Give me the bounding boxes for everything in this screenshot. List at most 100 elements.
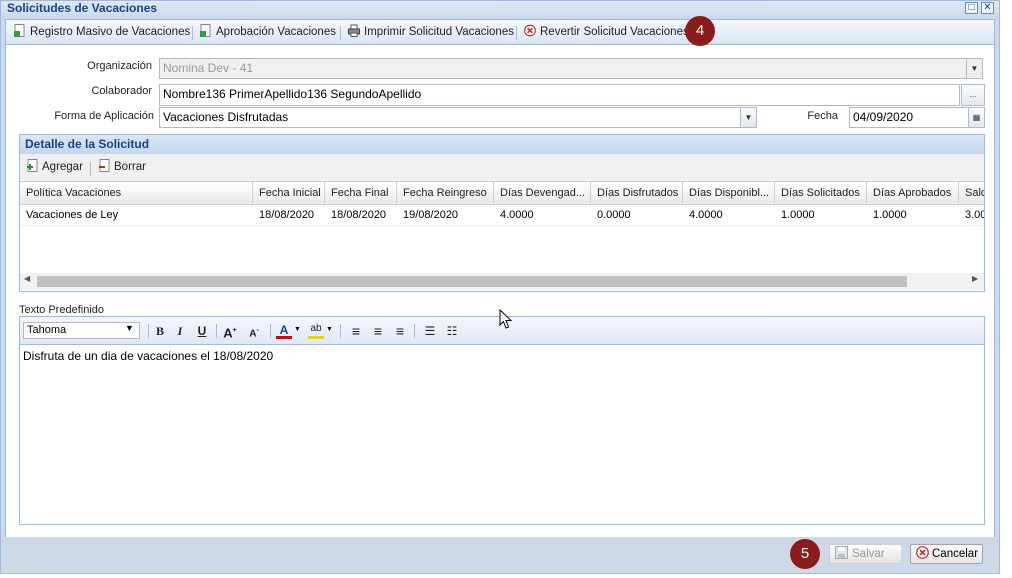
table-cell: 18/08/2020 bbox=[259, 209, 315, 221]
bulk-vacation-label: Registro Masivo de Vacaciones bbox=[30, 26, 191, 38]
toolbar-separator bbox=[270, 324, 271, 338]
save-icon bbox=[835, 546, 848, 559]
horizontal-scrollbar[interactable]: ◀ ▶ bbox=[20, 273, 984, 290]
delete-icon bbox=[99, 159, 110, 172]
decrease-font-icon[interactable]: A- bbox=[246, 323, 262, 339]
font-family-select[interactable]: Tahoma bbox=[23, 322, 140, 339]
close-icon[interactable]: ✕ bbox=[981, 2, 994, 14]
delete-button[interactable]: Borrar bbox=[98, 159, 146, 176]
application-form-combo[interactable]: Vacaciones Disfrutadas bbox=[159, 107, 741, 128]
editor-content[interactable]: Disfruta de un dia de vacaciones el 18/0… bbox=[23, 349, 273, 363]
print-request-label: Imprimir Solicitud Vacaciones bbox=[364, 26, 514, 38]
table-cell: 18/08/2020 bbox=[331, 209, 387, 221]
revert-request-label: Revertir Solicitud Vacaciones bbox=[540, 26, 689, 38]
column-header[interactable]: Días Disponibl... bbox=[683, 182, 775, 204]
toolbar-separator bbox=[340, 324, 341, 338]
cancel-circle-icon bbox=[524, 24, 536, 37]
application-form-label: Forma de Aplicación bbox=[54, 110, 154, 122]
align-right-icon[interactable]: ≡ bbox=[392, 323, 408, 339]
column-header[interactable]: Días Aprobados bbox=[867, 182, 959, 204]
bulk-vacation-button[interactable]: Registro Masivo de Vacaciones bbox=[14, 24, 190, 41]
table-row[interactable]: Vacaciones de Ley 18/08/2020 18/08/2020 … bbox=[20, 205, 984, 226]
window-footer: Salvar Cancelar bbox=[1, 537, 999, 573]
column-header[interactable]: Días Devengad... bbox=[494, 182, 591, 204]
organization-combo: Nomina Dev - 41 bbox=[159, 58, 967, 79]
predefined-text-label: Texto Predefinido bbox=[19, 304, 104, 316]
chevron-down-icon[interactable]: ▼ bbox=[326, 326, 333, 333]
restore-icon[interactable]: □ bbox=[965, 2, 978, 14]
request-detail-panel: Detalle de la Solicitud Agregar Borrar P… bbox=[19, 134, 985, 292]
delete-label: Borrar bbox=[114, 161, 146, 173]
chevron-down-icon[interactable]: ▼ bbox=[294, 326, 301, 333]
chevron-down-icon[interactable]: ▼ bbox=[740, 107, 757, 128]
approve-vacation-label: Aprobación Vacaciones bbox=[216, 26, 336, 38]
toolbar-separator bbox=[516, 26, 517, 40]
increase-font-icon[interactable]: A+ bbox=[222, 323, 238, 340]
toolbar-separator bbox=[340, 26, 341, 40]
chevron-down-icon[interactable]: ▼ bbox=[125, 323, 134, 333]
column-header[interactable]: Fecha Reingreso bbox=[397, 182, 494, 204]
printer-icon bbox=[348, 24, 360, 37]
date-field[interactable]: 04/09/2020 bbox=[849, 107, 969, 128]
toolbar-separator bbox=[414, 324, 415, 338]
column-header[interactable]: Días Disfrutados bbox=[591, 182, 683, 204]
window-title: Solicitudes de Vacaciones bbox=[7, 1, 158, 15]
cancel-circle-icon bbox=[916, 546, 929, 559]
form-body: Organización Nomina Dev - 41 ▼ Colaborad… bbox=[5, 45, 995, 537]
toolbar-separator bbox=[192, 26, 193, 40]
scroll-right-icon[interactable]: ▶ bbox=[972, 274, 978, 283]
table-cell: 1.0000 bbox=[781, 209, 815, 221]
collaborator-browse-button[interactable]: ... bbox=[961, 84, 985, 106]
organization-dropdown-icon: ▼ bbox=[966, 58, 983, 79]
column-header[interactable]: Fecha Final bbox=[325, 182, 397, 204]
collaborator-field[interactable]: Nombre136 PrimerApellido136 SegundoApell… bbox=[159, 84, 960, 106]
table-cell: 1.0000 bbox=[873, 209, 907, 221]
table-cell: 3.00 bbox=[965, 209, 984, 221]
print-request-button[interactable]: Imprimir Solicitud Vacaciones bbox=[348, 24, 514, 41]
italic-icon[interactable]: I bbox=[172, 323, 188, 339]
mouse-cursor-icon bbox=[499, 309, 513, 329]
column-header[interactable]: Fecha Inicial bbox=[253, 182, 325, 204]
scrollbar-thumb[interactable] bbox=[37, 276, 907, 287]
save-button[interactable]: Salvar bbox=[829, 544, 902, 564]
callout-badge-4: 4 bbox=[685, 16, 715, 46]
main-toolbar: Registro Masivo de Vacaciones Aprobación… bbox=[5, 19, 995, 45]
column-header[interactable]: Política Vacaciones bbox=[20, 182, 253, 204]
add-icon bbox=[27, 159, 38, 172]
bullet-list-icon[interactable]: ☷ bbox=[444, 323, 460, 339]
date-label: Fecha bbox=[807, 110, 838, 122]
add-label: Agregar bbox=[42, 161, 83, 173]
collaborator-label: Colaborador bbox=[91, 85, 152, 97]
approve-vacation-button[interactable]: Aprobación Vacaciones bbox=[200, 24, 336, 41]
cancel-button[interactable]: Cancelar bbox=[910, 544, 983, 564]
table-cell: 19/08/2020 bbox=[403, 209, 459, 221]
align-center-icon[interactable]: ≡ bbox=[370, 323, 386, 339]
organization-label: Organización bbox=[87, 60, 152, 72]
window-titlebar: Solicitudes de Vacaciones □ ✕ bbox=[1, 1, 999, 18]
cancel-label: Cancelar bbox=[932, 548, 979, 560]
column-header[interactable]: Días Solicitados bbox=[775, 182, 867, 204]
font-color-icon[interactable]: A bbox=[276, 323, 292, 339]
callout-badge-5: 5 bbox=[790, 539, 820, 569]
table-cell: 4.0000 bbox=[689, 209, 723, 221]
table-cell: Vacaciones de Ley bbox=[26, 209, 119, 221]
align-left-icon[interactable]: ≡ bbox=[348, 323, 364, 339]
numbered-list-icon[interactable]: ☰ bbox=[422, 323, 438, 339]
html-editor: Tahoma ▼ B I U A+ A- A ▼ ab ▼ ≡ ≡ ≡ ☰ ☷ … bbox=[19, 316, 985, 525]
document-green-icon bbox=[200, 24, 211, 37]
document-green-icon bbox=[14, 24, 25, 37]
vacation-requests-window: Solicitudes de Vacaciones □ ✕ Registro M… bbox=[0, 0, 1000, 574]
underline-icon[interactable]: U bbox=[194, 323, 210, 339]
table-cell: 0.0000 bbox=[597, 209, 631, 221]
toolbar-separator bbox=[216, 324, 217, 338]
highlight-color-icon[interactable]: ab bbox=[308, 323, 324, 339]
calendar-icon[interactable]: ▦ bbox=[968, 107, 985, 128]
add-button[interactable]: Agregar bbox=[26, 159, 83, 176]
toolbar-separator bbox=[90, 162, 91, 176]
detail-toolbar: Agregar Borrar bbox=[20, 154, 984, 182]
bold-icon[interactable]: B bbox=[152, 323, 168, 339]
scroll-left-icon[interactable]: ◀ bbox=[24, 274, 30, 283]
grid-header: Política Vacaciones Fecha Inicial Fecha … bbox=[20, 182, 984, 205]
revert-request-button[interactable]: Revertir Solicitud Vacaciones bbox=[524, 24, 689, 41]
column-header[interactable]: Sald bbox=[959, 182, 984, 204]
